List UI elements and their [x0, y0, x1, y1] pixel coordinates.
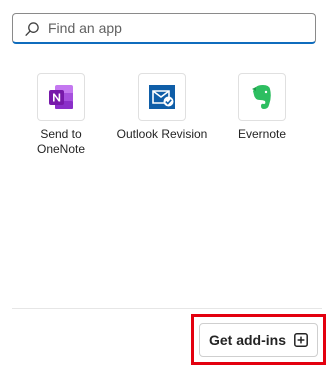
app-icon-box	[138, 73, 186, 121]
app-tile-send-to-onenote[interactable]: Send to OneNote	[8, 73, 114, 157]
add-box-icon	[294, 333, 308, 347]
get-addins-label: Get add-ins	[208, 332, 286, 348]
search-input[interactable]	[48, 16, 310, 40]
app-label-line: Send to	[40, 127, 82, 141]
app-label: Send to OneNote	[8, 127, 114, 157]
app-label-line: OneNote	[36, 142, 86, 156]
divider	[12, 308, 322, 309]
evernote-icon	[252, 85, 271, 109]
app-tile-outlook-revision[interactable]: Outlook Revision	[109, 73, 215, 142]
app-tile-evernote[interactable]: Evernote	[209, 73, 315, 142]
app-label-line: Outlook Revision	[116, 127, 208, 141]
search-icon	[25, 22, 39, 36]
app-icon-box	[238, 73, 286, 121]
get-addins-button[interactable]: Get add-ins	[199, 323, 318, 357]
app-label: Outlook Revision	[109, 127, 215, 142]
app-label-line: Evernote	[237, 127, 287, 141]
outlook-revision-icon	[149, 85, 175, 109]
search-box[interactable]	[12, 13, 316, 44]
app-label: Evernote	[209, 127, 315, 142]
app-icon-box	[37, 73, 85, 121]
onenote-icon	[49, 85, 73, 109]
